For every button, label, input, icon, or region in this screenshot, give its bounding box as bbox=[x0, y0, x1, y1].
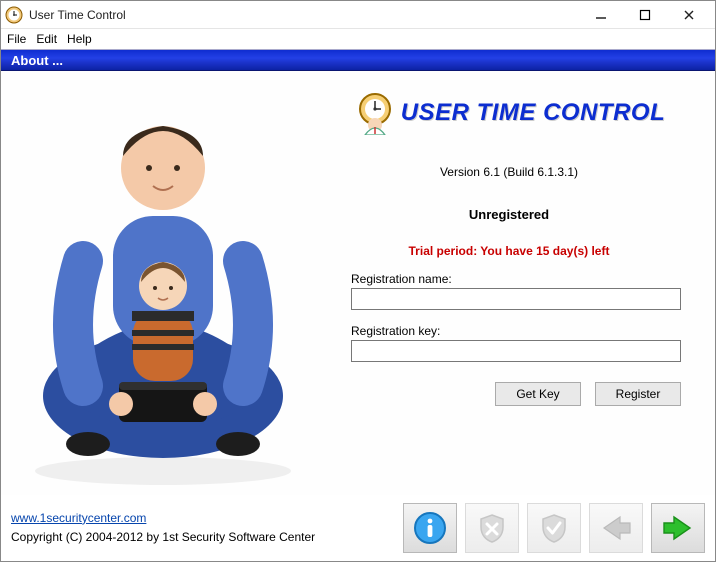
footer: www.1securitycenter.com Copyright (C) 20… bbox=[1, 495, 715, 561]
left-pane bbox=[1, 71, 321, 495]
main-area: USER TIME CONTROL Version 6.1 (Build 6.1… bbox=[1, 71, 715, 495]
copyright-text: Copyright (C) 2004-2012 by 1st Security … bbox=[11, 530, 315, 544]
section-title: About ... bbox=[11, 53, 63, 68]
register-button[interactable]: Register bbox=[595, 382, 681, 406]
registration-status: Unregistered bbox=[469, 207, 549, 222]
menu-edit[interactable]: Edit bbox=[36, 32, 57, 46]
get-key-button[interactable]: Get Key bbox=[495, 382, 581, 406]
close-button[interactable] bbox=[667, 2, 711, 28]
shield-off-button[interactable] bbox=[465, 503, 519, 553]
product-photo bbox=[13, 86, 313, 486]
shield-x-icon bbox=[476, 512, 508, 544]
menu-help[interactable]: Help bbox=[67, 32, 92, 46]
maximize-button[interactable] bbox=[623, 2, 667, 28]
shield-check-icon bbox=[538, 512, 570, 544]
footer-text: www.1securitycenter.com Copyright (C) 20… bbox=[11, 509, 403, 547]
minimize-button[interactable] bbox=[579, 2, 623, 28]
menu-bar: File Edit Help bbox=[1, 29, 715, 49]
brand: USER TIME CONTROL bbox=[353, 91, 666, 135]
next-button[interactable] bbox=[651, 503, 705, 553]
nav-buttons bbox=[403, 503, 705, 553]
brand-title: USER TIME CONTROL bbox=[401, 99, 666, 127]
vendor-link[interactable]: www.1securitycenter.com bbox=[11, 511, 146, 525]
info-button[interactable] bbox=[403, 503, 457, 553]
trial-status: Trial period: You have 15 day(s) left bbox=[409, 244, 610, 258]
reg-name-input[interactable] bbox=[351, 288, 681, 310]
form-buttons: Get Key Register bbox=[351, 382, 681, 406]
back-button[interactable] bbox=[589, 503, 643, 553]
reg-name-label: Registration name: bbox=[351, 272, 681, 286]
section-header: About ... bbox=[1, 49, 715, 71]
registration-form: Registration name: Registration key: Get… bbox=[351, 272, 681, 406]
title-bar: User Time Control bbox=[1, 1, 715, 29]
reg-key-input[interactable] bbox=[351, 340, 681, 362]
window-controls bbox=[579, 2, 711, 28]
menu-file[interactable]: File bbox=[7, 32, 26, 46]
window-title: User Time Control bbox=[29, 8, 579, 22]
version-text: Version 6.1 (Build 6.1.3.1) bbox=[440, 165, 578, 179]
right-pane: USER TIME CONTROL Version 6.1 (Build 6.1… bbox=[321, 71, 715, 495]
arrow-left-icon bbox=[598, 513, 634, 543]
shield-on-button[interactable] bbox=[527, 503, 581, 553]
app-icon bbox=[5, 6, 23, 24]
reg-key-label: Registration key: bbox=[351, 324, 681, 338]
brand-icon bbox=[353, 91, 397, 135]
arrow-right-icon bbox=[660, 513, 696, 543]
info-icon bbox=[413, 511, 447, 545]
